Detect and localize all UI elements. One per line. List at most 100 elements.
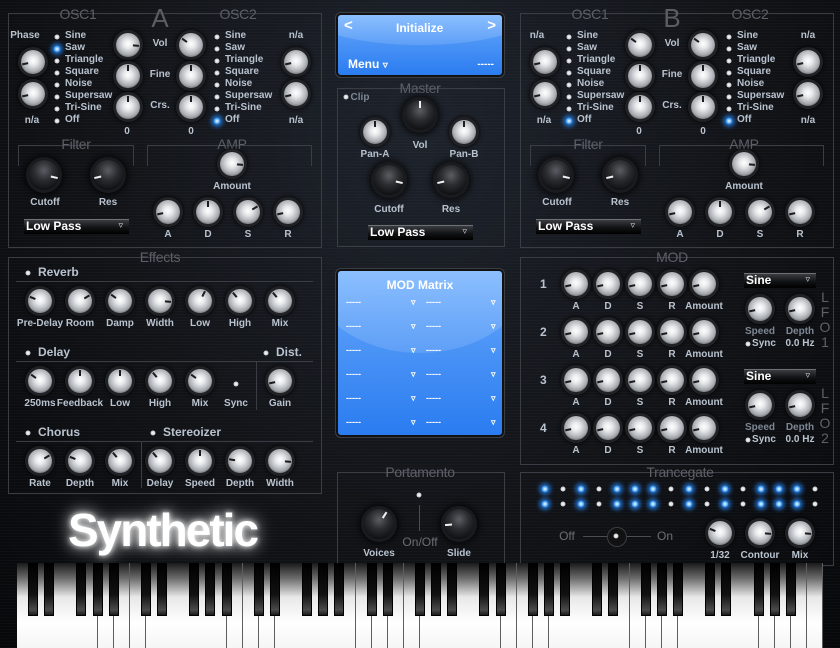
section_a-osc2-wave-sine[interactable]: Sine: [225, 30, 246, 41]
section_b-osc2-wave-led-noise[interactable]: [726, 82, 732, 88]
black-key[interactable]: [140, 563, 151, 616]
trancegate-step-1-16[interactable]: [812, 486, 818, 492]
trancegate-step-1-10[interactable]: [704, 486, 710, 492]
trancegate-step-2-3[interactable]: [577, 500, 585, 508]
delay-mix-knob[interactable]: [188, 369, 212, 393]
mod-env3-r-knob[interactable]: [660, 368, 684, 392]
black-key[interactable]: [560, 563, 571, 616]
clip-led[interactable]: [343, 94, 349, 100]
section_a-osc1-wave-led-sine[interactable]: [54, 34, 60, 40]
black-key[interactable]: [92, 563, 103, 616]
mod-matrix-dest-select[interactable]: -----: [426, 321, 441, 331]
mod-env3-amount-knob[interactable]: [692, 368, 716, 392]
section_a-osc2-wave-noise[interactable]: Noise: [225, 78, 252, 89]
section_b-osc1-wave-supersaw[interactable]: Supersaw: [577, 90, 624, 101]
trancegate-onoff-toggle[interactable]: [613, 533, 619, 539]
reverb-pre-delay-knob[interactable]: [28, 289, 52, 313]
section_b-osc1-wave-off[interactable]: Off: [577, 114, 591, 125]
black-key[interactable]: [753, 563, 764, 616]
section_a-osc2-wave-supersaw[interactable]: Supersaw: [225, 90, 272, 101]
trancegate-step-1-5[interactable]: [613, 485, 621, 493]
white-key[interactable]: [806, 563, 824, 648]
chorus-mix-knob[interactable]: [108, 449, 132, 473]
mod-env2-amount-knob[interactable]: [692, 320, 716, 344]
section_b-osc2-wave-led-sine[interactable]: [726, 34, 732, 40]
trancegate-step-1-13[interactable]: [757, 485, 765, 493]
mod-env1-amount-knob[interactable]: [692, 272, 716, 296]
section_a-osc1-wave-led-saw[interactable]: [53, 45, 61, 53]
lfo1-sync-led[interactable]: [745, 341, 751, 347]
section_a-osc1-wave-noise[interactable]: Noise: [65, 78, 92, 89]
mod-env1-d-knob[interactable]: [596, 272, 620, 296]
section_a-osc2-wave-led-tri-sine[interactable]: [214, 106, 220, 112]
section_a-osc2-wave-saw[interactable]: Saw: [225, 42, 245, 53]
section_a-osc2-right-knob-1[interactable]: [284, 50, 308, 74]
chorus-rate-knob[interactable]: [28, 449, 52, 473]
black-key[interactable]: [44, 563, 55, 616]
chevron-down-icon[interactable]: ▿: [411, 417, 416, 428]
black-key[interactable]: [253, 563, 264, 616]
mod-env3-a-knob[interactable]: [564, 368, 588, 392]
lfo1-waveform-select[interactable]: Sine ▿: [744, 273, 816, 288]
reverb-width-knob[interactable]: [148, 289, 172, 313]
section_b-amp-a-knob[interactable]: [668, 200, 692, 224]
section_b-osc2-right-knob-1[interactable]: [796, 50, 820, 74]
section_a-osc2-wave-led-triangle[interactable]: [214, 58, 220, 64]
lfo2-speed-knob[interactable]: [748, 393, 772, 417]
trancegate-step-2-6[interactable]: [631, 500, 639, 508]
section_a-filter-res-knob[interactable]: [93, 160, 123, 190]
section_b-osc2-wave-noise[interactable]: Noise: [737, 78, 764, 89]
black-key[interactable]: [447, 563, 458, 616]
mod-matrix-source-select[interactable]: -----: [346, 369, 361, 379]
black-key[interactable]: [527, 563, 538, 616]
mod-env3-d-knob[interactable]: [596, 368, 620, 392]
chevron-down-icon[interactable]: ▿: [411, 345, 416, 356]
mod-env1-r-knob[interactable]: [660, 272, 684, 296]
section_a-osc1-wave-triangle[interactable]: Triangle: [65, 54, 103, 65]
black-key[interactable]: [495, 563, 506, 616]
section_a-osc2-wave-led-sine[interactable]: [214, 34, 220, 40]
section_a-osc1-crs-knob[interactable]: [116, 95, 140, 119]
trancegate-step-2-2[interactable]: [560, 501, 566, 507]
section_b-osc2-wave-square[interactable]: Square: [737, 66, 771, 77]
delay-led[interactable]: [25, 350, 31, 356]
chorus-depth-knob[interactable]: [68, 449, 92, 473]
mod-env4-s-knob[interactable]: [628, 416, 652, 440]
chevron-down-icon[interactable]: ▿: [411, 321, 416, 332]
black-key[interactable]: [769, 563, 780, 616]
lfo2-sync-led[interactable]: [745, 437, 751, 443]
black-key[interactable]: [108, 563, 119, 616]
section_a-osc2-wave-led-off[interactable]: [213, 117, 221, 125]
section_a-amp-r-knob[interactable]: [276, 200, 300, 224]
delay-high-knob[interactable]: [148, 369, 172, 393]
section_b-amp-r-knob[interactable]: [788, 200, 812, 224]
portamento-slide-knob[interactable]: [444, 509, 474, 539]
mod-env4-d-knob[interactable]: [596, 416, 620, 440]
section_b-filter-type-select[interactable]: Low Pass ▿: [536, 219, 641, 234]
trancegate-step-2-11[interactable]: [721, 500, 729, 508]
section_a-amp-amount-knob[interactable]: [220, 152, 244, 176]
black-key[interactable]: [318, 563, 329, 616]
black-key[interactable]: [382, 563, 393, 616]
section_b-osc2-fine-knob[interactable]: [691, 64, 715, 88]
section_a-osc1-wave-tri-sine[interactable]: Tri-Sine: [65, 102, 102, 113]
trancegate-step-1-11[interactable]: [721, 485, 729, 493]
trancegate-1-32-knob[interactable]: [708, 521, 732, 545]
black-key[interactable]: [157, 563, 168, 616]
section_a-osc1-vol-knob[interactable]: [116, 33, 140, 57]
section_b-amp-amount-knob[interactable]: [732, 152, 756, 176]
mod-env2-s-knob[interactable]: [628, 320, 652, 344]
section_b-osc2-wave-led-square[interactable]: [726, 70, 732, 76]
section_b-osc2-wave-led-supersaw[interactable]: [726, 94, 732, 100]
stereoizer-width-knob[interactable]: [268, 449, 292, 473]
section_a-osc1-wave-saw[interactable]: Saw: [65, 42, 85, 53]
stereoizer-led[interactable]: [150, 430, 156, 436]
delay-250ms-knob[interactable]: [28, 369, 52, 393]
black-key[interactable]: [608, 563, 619, 616]
section_b-osc1-wave-triangle[interactable]: Triangle: [577, 54, 615, 65]
chevron-down-icon[interactable]: ▿: [491, 297, 496, 308]
piano-keyboard[interactable]: [17, 563, 824, 648]
section_b-osc1-left-knob-2[interactable]: [533, 82, 557, 106]
section_a-osc1-wave-off[interactable]: Off: [65, 114, 79, 125]
master-filter-type-select[interactable]: Low Pass ▿: [368, 225, 473, 240]
